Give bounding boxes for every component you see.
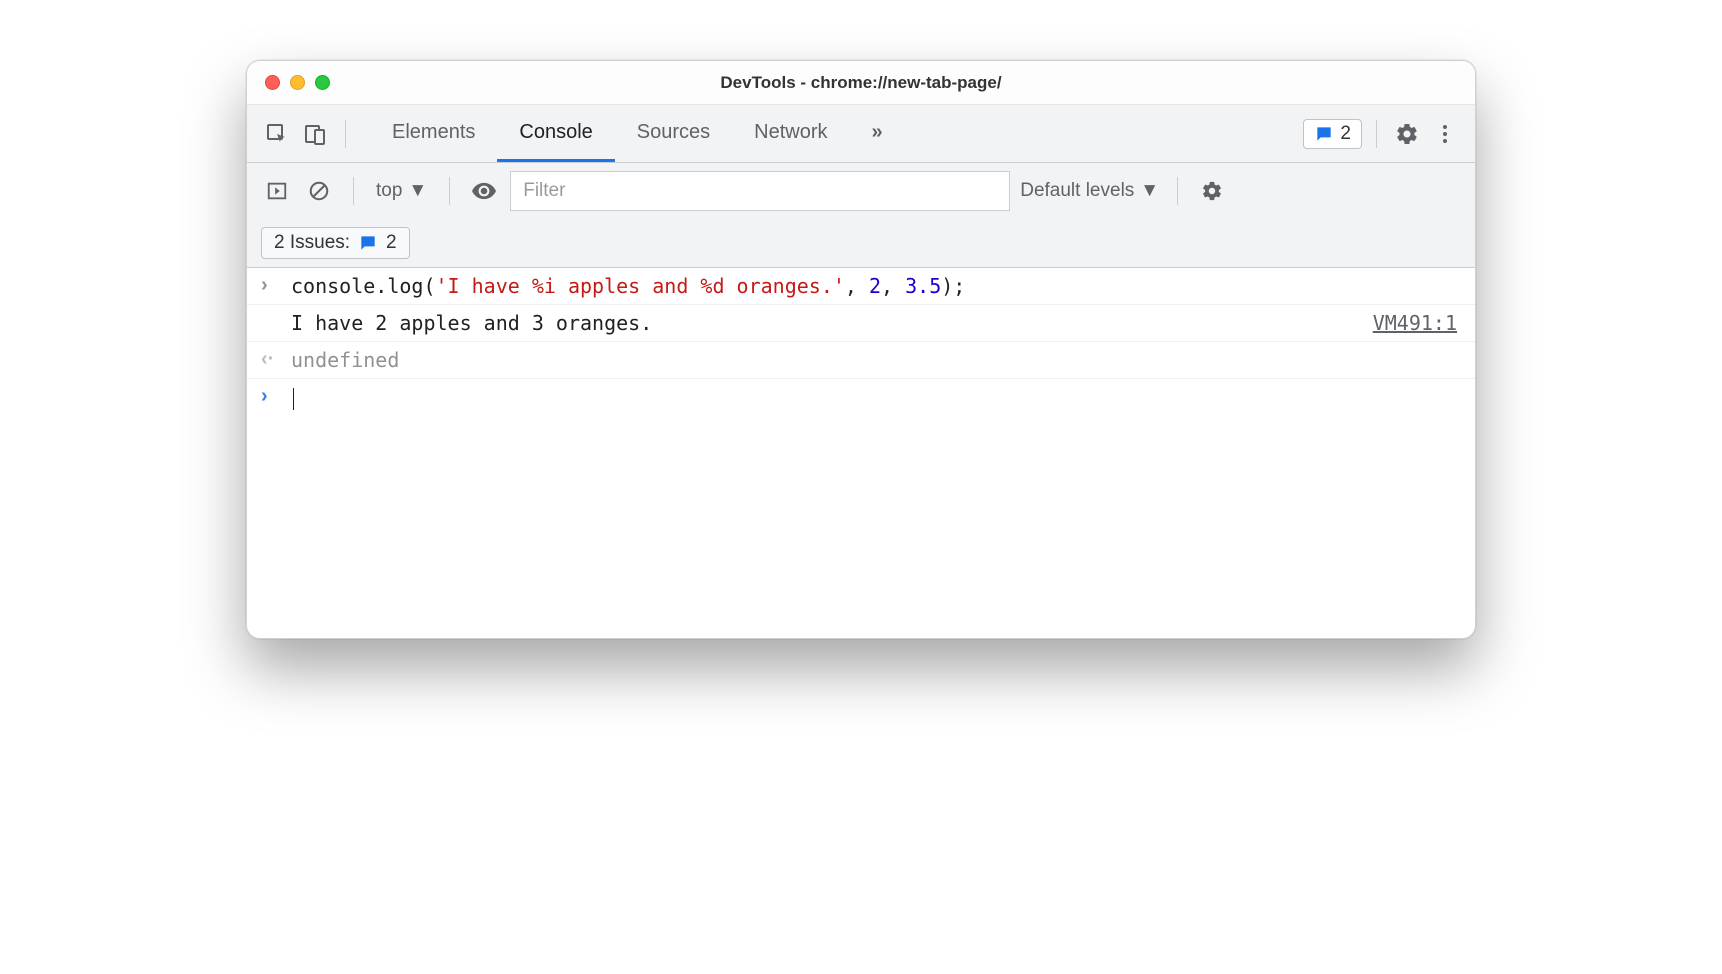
- issues-summary[interactable]: 2 Issues: 2: [261, 227, 410, 259]
- text-cursor: [293, 388, 294, 410]
- main-tabbar: Elements Console Sources Network » 2: [247, 105, 1475, 163]
- return-value: undefined: [291, 348, 1461, 372]
- issues-icon: [358, 233, 378, 253]
- devtools-window: DevTools - chrome://new-tab-page/ Elemen…: [246, 60, 1476, 639]
- console-settings-icon[interactable]: [1196, 175, 1228, 207]
- console-prompt-input[interactable]: [291, 385, 1461, 410]
- console-prompt-line[interactable]: ›: [247, 379, 1475, 416]
- context-label: top: [376, 180, 402, 202]
- filter-input[interactable]: [510, 171, 1010, 211]
- window-title: DevTools - chrome://new-tab-page/: [247, 73, 1475, 93]
- panel-tabs: Elements Console Sources Network »: [370, 105, 905, 162]
- inspect-element-icon[interactable]: [261, 118, 293, 150]
- divider: [345, 120, 346, 148]
- console-input-line: › console.log('I have %i apples and %d o…: [247, 268, 1475, 305]
- minimize-window-button[interactable]: [290, 75, 305, 90]
- source-link[interactable]: VM491:1: [1373, 311, 1461, 335]
- console-output: › console.log('I have %i apples and %d o…: [247, 268, 1475, 638]
- return-marker-icon: ‹·: [261, 348, 279, 371]
- input-marker-icon: ›: [261, 274, 279, 297]
- clear-console-icon[interactable]: [303, 175, 335, 207]
- issues-label: 2 Issues:: [274, 232, 350, 254]
- divider: [1376, 120, 1377, 148]
- tab-network[interactable]: Network: [732, 105, 849, 162]
- divider: [353, 177, 354, 205]
- output-marker: [261, 311, 279, 334]
- levels-label: Default levels: [1020, 180, 1134, 202]
- console-output-line: I have 2 apples and 3 oranges. VM491:1: [247, 305, 1475, 342]
- settings-icon[interactable]: [1391, 118, 1423, 150]
- chevron-down-icon: ▼: [1140, 180, 1159, 202]
- live-expression-icon[interactable]: [468, 175, 500, 207]
- traffic-lights: [247, 75, 330, 90]
- console-toolbar: top ▼ Default levels ▼ 2 Issues:: [247, 163, 1475, 268]
- maximize-window-button[interactable]: [315, 75, 330, 90]
- console-return-line: ‹· undefined: [247, 342, 1475, 379]
- issues-badge-count: 2: [1340, 123, 1351, 145]
- more-menu-icon[interactable]: [1429, 118, 1461, 150]
- divider: [1177, 177, 1178, 205]
- tab-elements[interactable]: Elements: [370, 105, 497, 162]
- device-toolbar-icon[interactable]: [299, 118, 331, 150]
- tab-overflow[interactable]: »: [850, 105, 905, 162]
- divider: [449, 177, 450, 205]
- log-levels-selector[interactable]: Default levels ▼: [1020, 180, 1159, 202]
- prompt-marker-icon: ›: [261, 385, 279, 408]
- tab-sources[interactable]: Sources: [615, 105, 732, 162]
- close-window-button[interactable]: [265, 75, 280, 90]
- issues-icon: [1314, 124, 1334, 144]
- tab-console[interactable]: Console: [497, 105, 614, 162]
- execution-context-selector[interactable]: top ▼: [372, 178, 431, 204]
- issues-badge[interactable]: 2: [1303, 119, 1362, 149]
- issues-count: 2: [386, 232, 397, 254]
- console-code[interactable]: console.log('I have %i apples and %d ora…: [291, 274, 1461, 298]
- toggle-sidebar-icon[interactable]: [261, 175, 293, 207]
- titlebar: DevTools - chrome://new-tab-page/: [247, 61, 1475, 105]
- output-text: I have 2 apples and 3 oranges.: [291, 311, 1361, 335]
- chevron-down-icon: ▼: [408, 180, 427, 202]
